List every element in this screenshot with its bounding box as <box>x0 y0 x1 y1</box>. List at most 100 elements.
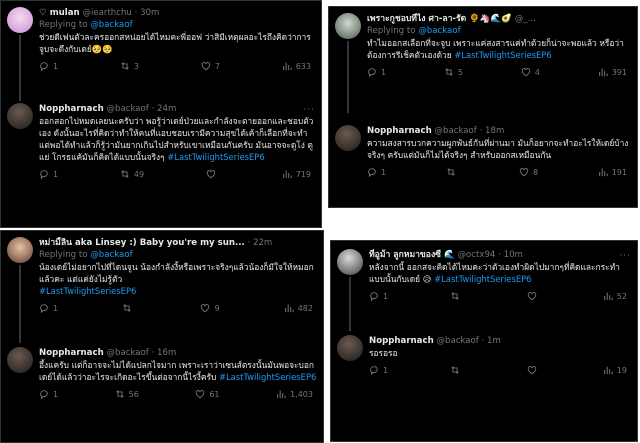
like-button[interactable] <box>527 365 541 375</box>
timestamp[interactable]: 10m <box>504 250 523 260</box>
avatar[interactable] <box>335 125 361 151</box>
reply-button[interactable]: 1 <box>39 389 58 399</box>
heart-icon <box>527 366 536 375</box>
retweet-icon <box>451 292 460 300</box>
display-name[interactable]: เพราะกูชอบที่ไง ศา-ลา-รัด 🌻🦄🌊🥑 <box>367 14 512 24</box>
tweet-header: เพราะกูชอบที่ไง ศา-ลา-รัด 🌻🦄🌊🥑 @_... <box>367 13 631 25</box>
retweet-button[interactable] <box>446 167 460 177</box>
views-button[interactable]: 1,403 <box>276 389 313 399</box>
thread-line <box>19 35 21 101</box>
replying-to-handle[interactable]: @backaof <box>90 20 132 30</box>
replying-to-handle[interactable]: @backaof <box>90 250 132 260</box>
retweet-icon <box>446 168 455 176</box>
avatar[interactable] <box>7 7 33 33</box>
user-handle[interactable]: @backaof <box>106 348 148 358</box>
user-handle[interactable]: @backaof <box>434 126 476 136</box>
retweet-icon <box>123 304 131 312</box>
retweet-button[interactable]: 5 <box>444 67 463 77</box>
tweet-header: ที่อูม้า ลูกหมาของซี 🌊 @octx94 · 10m <box>369 250 523 260</box>
timestamp[interactable]: 1m <box>487 336 501 346</box>
tweet-text: รอรอรอ <box>369 348 398 358</box>
display-name[interactable]: Noppharnach <box>367 126 432 136</box>
timestamp[interactable]: 30m <box>140 8 159 18</box>
views-button[interactable]: 52 <box>603 291 627 301</box>
reply-icon <box>40 62 48 71</box>
reply-button[interactable]: 1 <box>367 67 386 77</box>
like-button[interactable]: 8 <box>519 167 538 177</box>
user-handle[interactable]: @backaof <box>436 336 478 346</box>
hashtag-link[interactable]: #LastTwilightSeriesEP6 <box>39 286 136 296</box>
user-handle[interactable]: @backaof <box>106 104 148 114</box>
retweet-icon <box>121 170 129 178</box>
display-name[interactable]: Noppharnach <box>369 336 434 346</box>
action-bar: 1 9 482 <box>39 303 317 313</box>
views-button[interactable]: 633 <box>282 61 311 71</box>
display-name[interactable]: Noppharnach <box>39 104 104 114</box>
replying-to-handle[interactable]: @backaof <box>418 26 460 36</box>
reply-button[interactable]: 1 <box>367 167 386 177</box>
views-button[interactable]: 482 <box>284 303 313 313</box>
avatar[interactable] <box>7 103 33 129</box>
user-handle[interactable]: @_... <box>515 14 536 24</box>
display-name[interactable]: ที่อูม้า ลูกหมาของซี 🌊 <box>369 250 455 260</box>
heart-icon <box>206 170 216 179</box>
avatar[interactable] <box>337 249 363 275</box>
views-button[interactable]: 719 <box>282 169 311 179</box>
retweet-button[interactable] <box>450 291 464 301</box>
tweet-header: Noppharnach @backaof · 16m <box>39 348 177 358</box>
timestamp[interactable]: 16m <box>157 348 176 358</box>
user-handle[interactable]: @iearthchu <box>82 8 132 18</box>
display-name[interactable]: ♡ mulan <box>39 8 80 18</box>
reply-icon <box>370 366 378 375</box>
action-bar: 1 49 719 <box>39 169 315 179</box>
timestamp[interactable]: 18m <box>485 126 504 136</box>
retweet-button[interactable]: 56 <box>115 389 139 399</box>
like-button[interactable]: 61 <box>195 389 220 399</box>
avatar[interactable] <box>335 13 361 39</box>
avatar[interactable] <box>337 335 363 361</box>
hashtag-link[interactable]: #LastTwilightSeriesEP6 <box>219 372 316 382</box>
hashtag-link[interactable]: #LastTwilightSeriesEP6 <box>434 274 531 284</box>
views-button[interactable]: 19 <box>603 365 627 375</box>
like-button[interactable]: 9 <box>200 303 220 313</box>
timestamp[interactable]: 24m <box>157 104 176 114</box>
like-button[interactable]: 4 <box>521 67 540 77</box>
reply-button[interactable]: 1 <box>39 169 58 179</box>
like-button[interactable] <box>527 291 541 301</box>
tweet-text: น้องเดย์ไม่อยากไปที่ไดนจูน น้องกำลังงี้ห… <box>39 262 314 296</box>
retweet-button[interactable] <box>450 365 464 375</box>
retweet-button[interactable]: 49 <box>120 169 144 179</box>
tweet-text: ทำไมออกสเลือกที่จะจูบ เพราะแค่สงสารแค่ทำ… <box>367 38 624 60</box>
tweet-text: ความสงสารบวกความผูกพันธ์กันที่ผ่านมา มัน… <box>367 138 629 160</box>
like-button[interactable] <box>206 169 220 179</box>
tweet-text: ช่วยดีเฟนตัวละครออกสหน่อยได้ไหมคะพี่ออฟ … <box>39 32 311 54</box>
reply-button[interactable]: 1 <box>39 61 58 71</box>
action-bar: 1 5 4 391 <box>367 67 631 77</box>
like-button[interactable]: 7 <box>201 61 220 71</box>
retweet-button[interactable]: 3 <box>120 61 139 71</box>
views-button[interactable]: 191 <box>598 167 627 177</box>
reply-button[interactable]: 1 <box>39 303 58 313</box>
replying-to: Replying to @backaof <box>367 26 461 36</box>
thread-line <box>349 277 351 331</box>
retweet-button[interactable] <box>122 303 136 313</box>
reply-icon <box>370 292 378 301</box>
user-handle[interactable]: @octx94 <box>457 250 495 260</box>
retweet-icon <box>445 68 453 76</box>
reply-button[interactable]: 1 <box>369 365 388 375</box>
reply-button[interactable]: 1 <box>369 291 388 301</box>
tweet-text: อึ้งแครับ แต่ก็อาจจะไม่ได้แปลกไจมาก เพรา… <box>39 360 317 382</box>
tweet-panel-3: หม่ามี้ลิน aka Linsey :) Baby you're my … <box>0 230 324 443</box>
heart-icon <box>196 390 205 399</box>
display-name[interactable]: Noppharnach <box>39 348 104 358</box>
hashtag-link[interactable]: #LastTwilightSeriesEP6 <box>167 152 264 162</box>
hashtag-link[interactable]: #LastTwilightSeriesEP6 <box>454 50 551 60</box>
views-button[interactable]: 391 <box>598 67 627 77</box>
tweet-header: หม่ามี้ลิน aka Linsey :) Baby you're my … <box>39 238 273 248</box>
avatar[interactable] <box>7 347 33 373</box>
timestamp[interactable]: 22m <box>253 238 272 248</box>
views-bar-icon <box>598 168 608 177</box>
tweet-header: Noppharnach @backaof · 1m <box>369 336 501 346</box>
display-name[interactable]: หม่ามี้ลิน aka Linsey :) Baby you're my … <box>39 238 245 248</box>
avatar[interactable] <box>7 237 33 263</box>
